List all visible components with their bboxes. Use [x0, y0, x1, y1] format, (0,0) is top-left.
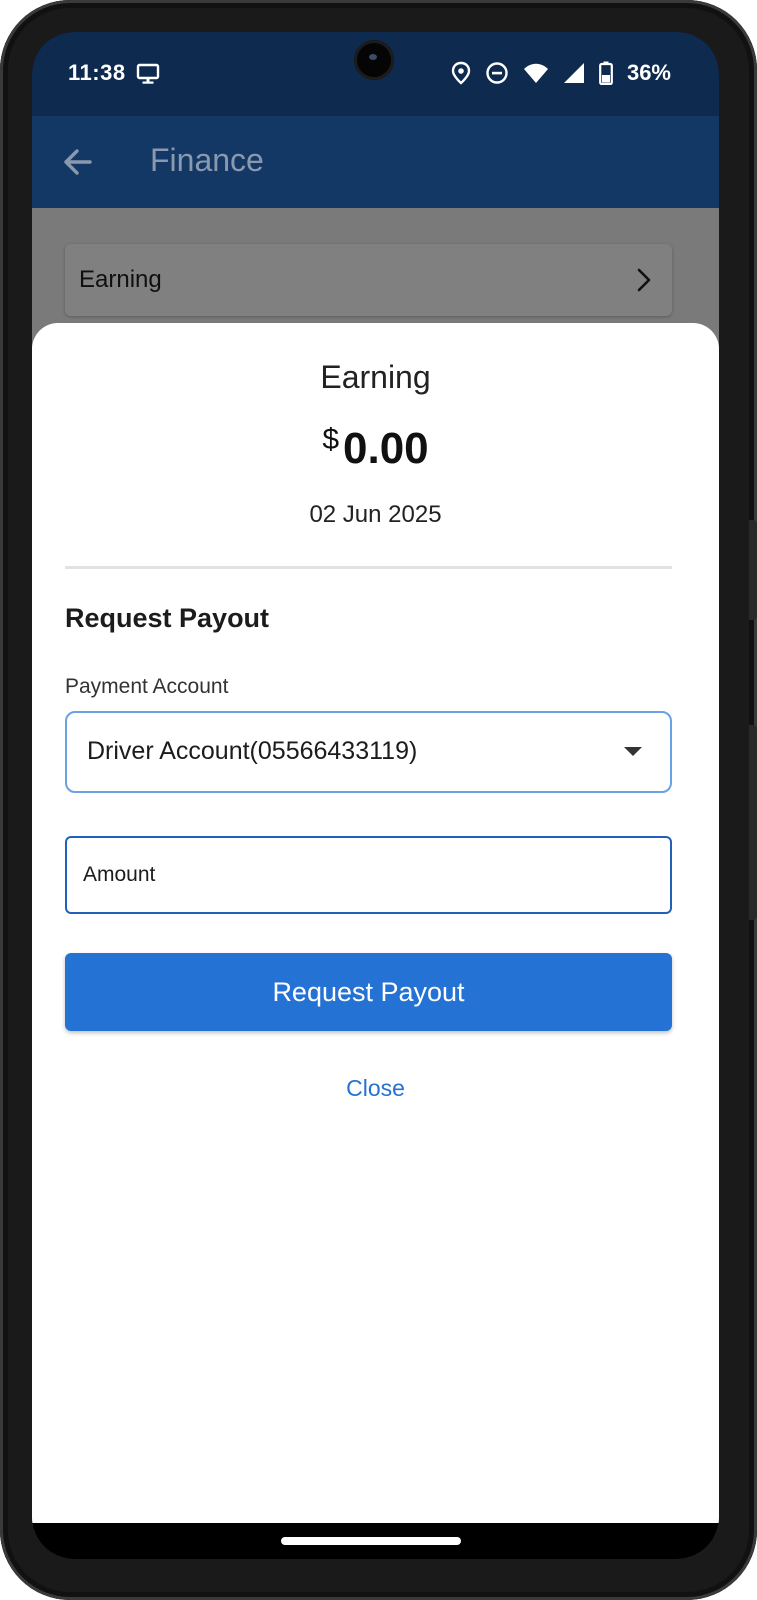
chevron-right-icon [630, 266, 658, 294]
status-icons: 36% [451, 58, 671, 88]
do-not-disturb-icon [485, 61, 509, 85]
volume-button [749, 725, 757, 920]
status-time: 11:38 [68, 60, 126, 85]
earning-list-item[interactable]: Earning [65, 244, 672, 316]
earning-amount: $0.00 [32, 423, 719, 474]
close-button[interactable]: Close [32, 1075, 719, 1102]
earning-row-label: Earning [79, 266, 162, 293]
signal-icon [563, 62, 585, 84]
divider [65, 566, 672, 569]
request-payout-button[interactable]: Request Payout [65, 953, 672, 1031]
amount-input[interactable] [65, 836, 672, 914]
payment-account-value: Driver Account(05566433119) [87, 737, 418, 765]
front-camera [354, 40, 394, 80]
monitor-icon [136, 62, 160, 86]
earning-date: 02 Jun 2025 [309, 501, 442, 528]
sheet-title: Earning [320, 359, 431, 395]
battery-percentage: 36% [626, 60, 671, 85]
payment-account-label: Payment Account [65, 675, 229, 698]
amount-value: 0.00 [343, 424, 429, 473]
status-bar: 11:38 36% [32, 32, 719, 116]
payment-account-select[interactable]: Driver Account(05566433119) [65, 711, 672, 793]
currency-symbol: $ [322, 423, 340, 456]
battery-icon [599, 61, 613, 85]
wifi-icon [523, 62, 549, 84]
arrow-left-icon[interactable] [58, 142, 98, 182]
location-icon [451, 61, 471, 85]
home-indicator[interactable] [281, 1537, 461, 1545]
section-heading: Request Payout [65, 603, 270, 633]
phone-frame: 11:38 36% Finance Earning Earning $0.00 … [0, 0, 757, 1600]
power-button [749, 520, 757, 620]
page-title: Finance [150, 142, 264, 178]
navigation-bar [32, 1523, 719, 1559]
app-bar: Finance [32, 116, 719, 208]
payout-bottom-sheet: Earning $0.00 02 Jun 2025 Request Payout… [32, 323, 719, 1523]
screen: 11:38 36% Finance Earning Earning $0.00 … [32, 32, 719, 1559]
caret-down-icon [624, 747, 642, 756]
